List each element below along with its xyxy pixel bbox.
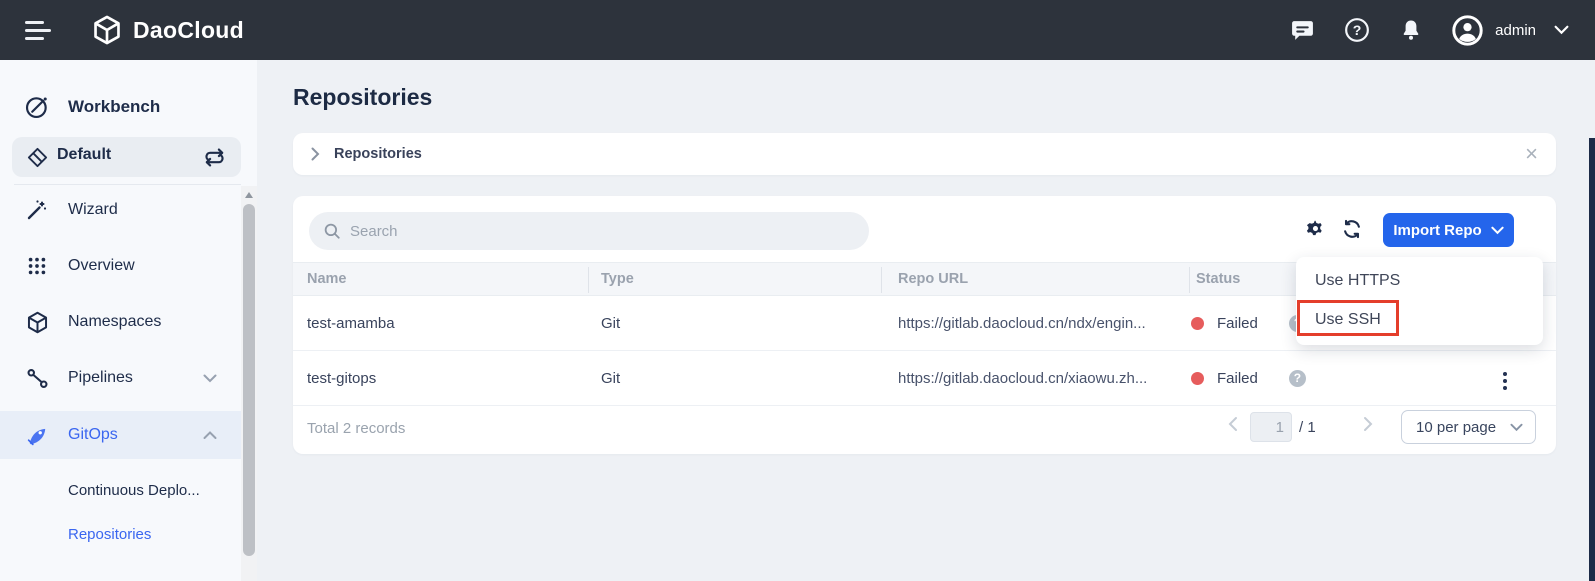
sidebar-subitem-continuous-deployment[interactable]: Continuous Deplo...	[0, 475, 241, 505]
status-badge: Failed	[1217, 315, 1258, 332]
gear-icon[interactable]	[1305, 218, 1326, 239]
scroll-up-arrow[interactable]	[245, 192, 253, 198]
sidebar-item-wizard[interactable]: Wizard	[0, 193, 241, 227]
search-box	[309, 212, 869, 250]
status-badge: Failed	[1217, 370, 1258, 387]
overview-icon	[24, 253, 50, 279]
bell-icon[interactable]	[1399, 18, 1423, 42]
sidebar-item-gitops[interactable]: GitOps	[0, 418, 241, 452]
sidebar-item-label: Namespaces	[68, 313, 162, 330]
brand-name: DaoCloud	[133, 16, 244, 43]
scrollbar-thumb[interactable]	[243, 204, 255, 556]
sidebar-subitem-label: Repositories	[68, 525, 152, 543]
sidebar-item-label: Wizard	[68, 201, 118, 218]
sidebar-item-label: Pipelines	[68, 369, 133, 386]
workspace-label: Default	[57, 146, 112, 163]
column-header-type[interactable]: Type	[601, 263, 634, 297]
chevron-down-icon	[1554, 25, 1569, 35]
column-header-name[interactable]: Name	[307, 263, 347, 297]
divider	[1189, 267, 1190, 293]
chevron-up-icon	[203, 430, 217, 440]
sidebar-item-namespaces[interactable]: Namespaces	[0, 305, 241, 339]
breadcrumb-tab[interactable]: Repositories	[334, 146, 422, 162]
row-actions-kebab-icon[interactable]	[1501, 370, 1509, 392]
next-page-icon[interactable]	[1363, 416, 1373, 432]
sidebar-subitem-label: Continuous Deplo...	[68, 481, 200, 499]
divider	[588, 267, 589, 293]
import-repo-button[interactable]: Import Repo	[1383, 213, 1514, 247]
refresh-icon[interactable]	[1341, 218, 1363, 240]
divider	[881, 267, 882, 293]
topbar: DaoCloud ? admin	[0, 0, 1595, 60]
search-icon	[323, 222, 341, 240]
page-title: Repositories	[293, 84, 433, 110]
username: admin	[1495, 21, 1536, 39]
avatar	[1452, 14, 1483, 46]
help-icon[interactable]: ?	[1344, 17, 1370, 43]
status-cell: Failed ?	[1191, 296, 1306, 351]
right-edge-strip	[1589, 138, 1595, 581]
total-records: Total 2 records	[307, 420, 406, 437]
hamburger-menu-icon[interactable]	[25, 20, 51, 40]
sidebar-subitem-repositories[interactable]: Repositories	[0, 519, 241, 549]
status-help-icon[interactable]: ?	[1288, 370, 1306, 387]
table-row[interactable]: test-gitops Git https://gitlab.daocloud.…	[293, 351, 1556, 406]
divider	[14, 184, 241, 185]
page-size-select[interactable]: 10 per page	[1401, 410, 1536, 444]
chevron-down-icon	[203, 374, 217, 383]
page-number-input[interactable]	[1250, 412, 1292, 442]
search-input[interactable]	[350, 222, 855, 240]
chevron-down-icon	[1510, 423, 1523, 432]
page-total: / 1	[1299, 419, 1316, 436]
repo-type: Git	[601, 370, 621, 387]
chevron-right-icon[interactable]	[311, 147, 320, 161]
chevron-down-icon	[1491, 226, 1504, 234]
user-menu[interactable]: admin	[1452, 14, 1569, 46]
import-repo-dropdown: Use HTTPS Use SSH	[1296, 257, 1543, 345]
column-header-repo-url[interactable]: Repo URL	[898, 263, 968, 297]
sidebar-item-overview[interactable]: Overview	[0, 249, 241, 283]
wizard-icon	[24, 197, 50, 223]
sidebar-item-label: GitOps	[68, 426, 118, 443]
menu-item-use-https[interactable]: Use HTTPS	[1296, 262, 1543, 300]
repo-url: https://gitlab.daocloud.cn/ndx/engin...	[898, 315, 1146, 332]
close-icon[interactable]: ×	[1525, 143, 1538, 165]
main-content: Repositories Repositories × Import Repo …	[257, 60, 1595, 581]
namespaces-icon	[24, 309, 50, 335]
pipelines-icon	[24, 365, 50, 391]
gitops-rocket-icon	[24, 422, 50, 448]
page-size-value: 10 per page	[1416, 418, 1497, 436]
breadcrumb: Repositories ×	[293, 133, 1556, 175]
workspace-selector[interactable]: Default	[12, 137, 241, 177]
sidebar-item-pipelines[interactable]: Pipelines	[0, 361, 241, 395]
repo-name: test-amamba	[307, 315, 395, 332]
chat-icon[interactable]	[1290, 18, 1315, 43]
status-cell: Failed ?	[1191, 351, 1306, 406]
menu-item-use-ssh[interactable]: Use SSH	[1296, 301, 1543, 339]
brand-logo[interactable]: DaoCloud	[91, 14, 244, 46]
workspace-icon	[24, 144, 50, 170]
failed-dot-icon	[1191, 372, 1204, 385]
prev-page-icon[interactable]	[1228, 416, 1238, 432]
workbench-icon	[24, 94, 50, 120]
sidebar-item-workbench[interactable]: Workbench	[0, 90, 241, 124]
sidebar: Workbench Default Wizard Overview Namesp…	[0, 60, 257, 581]
daocloud-logo-icon	[91, 14, 123, 46]
sidebar-item-label: Overview	[68, 257, 135, 274]
column-header-status[interactable]: Status	[1196, 263, 1240, 297]
repo-url: https://gitlab.daocloud.cn/xiaowu.zh...	[898, 370, 1148, 387]
repo-name: test-gitops	[307, 370, 377, 387]
failed-dot-icon	[1191, 317, 1204, 330]
repo-type: Git	[601, 315, 621, 332]
svg-text:?: ?	[1353, 22, 1362, 38]
import-repo-label: Import Repo	[1393, 221, 1482, 239]
sidebar-item-label: Workbench	[68, 97, 161, 116]
switch-workspace-icon[interactable]	[202, 145, 227, 170]
table-footer: Total 2 records / 1 10 per page	[293, 406, 1556, 454]
sidebar-scrollbar[interactable]	[241, 186, 257, 581]
